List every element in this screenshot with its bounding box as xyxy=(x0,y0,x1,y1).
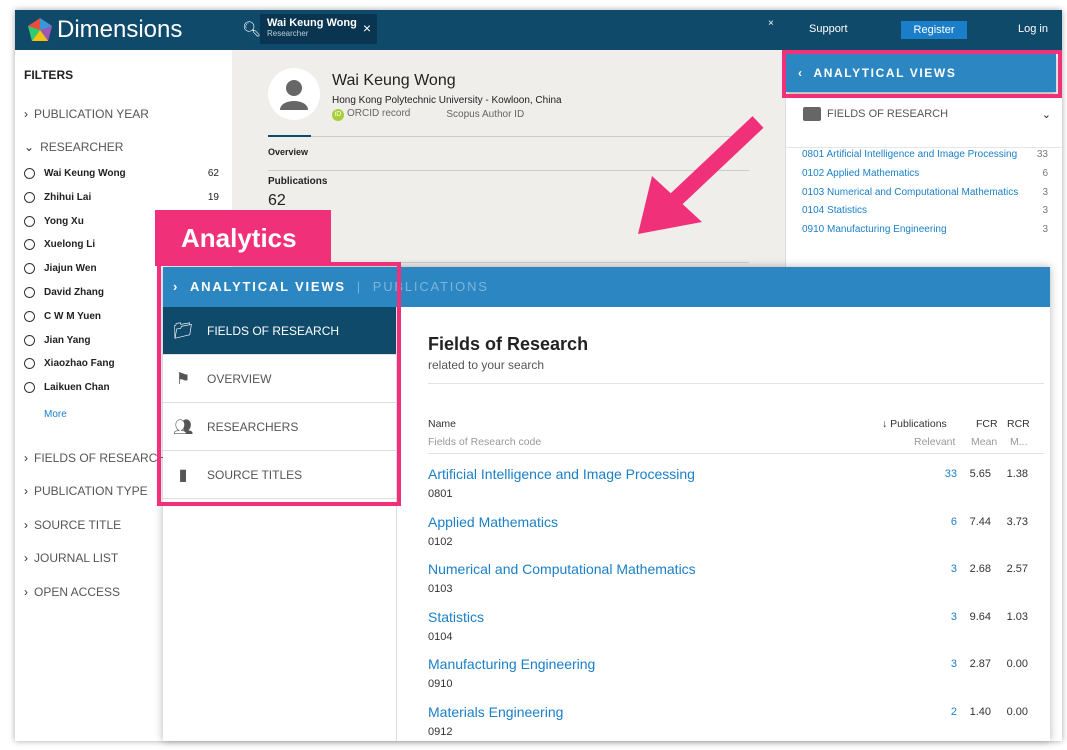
folder-icon xyxy=(803,107,821,121)
clear-search-button[interactable]: × xyxy=(768,18,774,29)
table-row: Statistics 0104 3 9.64 1.03 xyxy=(428,608,1028,643)
orcid-link[interactable]: iD ORCID record xyxy=(332,108,410,121)
field-of-research-link[interactable]: 0103 Numerical and Computational Mathema… xyxy=(802,187,1048,198)
researcher-filter-item[interactable]: Wai Keung Wong 62 xyxy=(24,168,219,179)
close-icon[interactable]: × xyxy=(363,20,371,36)
filter-fields-of-research[interactable]: › FIELDS OF RESEARCH xyxy=(24,451,166,465)
top-header: Dimensions 🔍︎ Wai Keung Wong Researcher × … xyxy=(15,10,1062,50)
highlight-box xyxy=(782,50,1062,98)
search-chip[interactable]: Wai Keung Wong Researcher × xyxy=(260,14,377,44)
table-row: Applied Mathematics 0102 6 7.44 3.73 xyxy=(428,513,1028,548)
orcid-icon: iD xyxy=(332,109,344,121)
content-subtitle: related to your search xyxy=(428,358,545,372)
field-name-link[interactable]: Artificial Intelligence and Image Proces… xyxy=(428,466,695,482)
arrow-icon xyxy=(638,116,764,234)
radio-button[interactable] xyxy=(24,382,35,394)
support-link[interactable]: Support xyxy=(809,23,848,35)
researcher-name: Wai Keung Wong xyxy=(332,72,456,89)
researcher-filter-item[interactable]: Zhihui Lai 19 xyxy=(24,191,219,203)
col-publications[interactable]: ↓ Publications xyxy=(882,418,947,430)
highlight-box xyxy=(157,262,401,506)
filters-title: FILTERS xyxy=(24,68,74,82)
publications-count: 62 xyxy=(268,192,286,209)
fields-of-research-section[interactable]: FIELDS OF RESEARCH ⌄ xyxy=(803,107,1051,121)
filter-journal-list[interactable]: › JOURNAL LIST xyxy=(24,551,118,565)
radio-button[interactable] xyxy=(24,168,35,179)
field-of-research-link[interactable]: 0104 Statistics 3 xyxy=(802,205,1048,216)
filter-publication-year[interactable]: › PUBLICATION YEAR xyxy=(24,107,149,121)
publications-label: Publications xyxy=(268,176,328,187)
radio-button[interactable] xyxy=(24,191,35,203)
login-link[interactable]: Log in xyxy=(1018,23,1048,35)
publications-count-link[interactable]: 3 xyxy=(951,658,957,670)
field-name-link[interactable]: Manufacturing Engineering xyxy=(428,656,595,672)
radio-button[interactable] xyxy=(24,215,35,227)
col-name[interactable]: Name xyxy=(428,418,456,430)
person-icon xyxy=(280,80,308,110)
radio-button[interactable] xyxy=(24,239,35,251)
field-name-link[interactable]: Statistics xyxy=(428,609,484,625)
radio-button[interactable] xyxy=(24,358,35,370)
publications-count-link[interactable]: 33 xyxy=(945,468,957,480)
col-rcr[interactable]: RCR xyxy=(1007,418,1030,430)
radio-button[interactable] xyxy=(24,287,35,298)
logo-icon xyxy=(28,18,52,41)
field-of-research-link[interactable]: 0102 Applied Mathematics 6 xyxy=(802,168,1048,179)
chevron-down-icon: ⌄ xyxy=(1041,108,1051,121)
table-row: Artificial Intelligence and Image Proces… xyxy=(428,466,1028,500)
filter-publication-type[interactable]: › PUBLICATION TYPE xyxy=(24,484,148,498)
field-name-link[interactable]: Materials Engineering xyxy=(428,704,563,720)
radio-button[interactable] xyxy=(24,334,35,346)
filter-source-title[interactable]: › SOURCE TITLE xyxy=(24,518,121,532)
field-name-link[interactable]: Numerical and Computational Mathematics xyxy=(428,561,696,577)
radio-button[interactable] xyxy=(24,310,35,322)
col-fcr[interactable]: FCR xyxy=(976,418,998,430)
table-row: Materials Engineering 0912 2 1.40 0.00 xyxy=(428,703,1028,738)
publications-count-link[interactable]: 3 xyxy=(951,611,957,623)
tab-overview[interactable]: Overview xyxy=(268,147,308,157)
table-row: Manufacturing Engineering 0910 3 2.87 0.00 xyxy=(428,656,1028,690)
more-link[interactable]: More xyxy=(44,409,67,420)
content-title: Fields of Research xyxy=(428,334,589,354)
researcher-affiliation: Hong Kong Polytechnic University - Kowlo… xyxy=(332,95,562,106)
filter-researcher[interactable]: ⌄ RESEARCHER xyxy=(24,140,123,154)
field-name-link[interactable]: Applied Mathematics xyxy=(428,514,558,530)
scopus-link[interactable]: Scopus Author ID xyxy=(446,109,524,120)
field-of-research-link[interactable]: 0801 Artificial Intelligence and Image P… xyxy=(802,149,1048,160)
publications-count-link[interactable]: 2 xyxy=(951,706,957,718)
analytics-callout: Analytics xyxy=(155,210,331,266)
filter-open-access[interactable]: › OPEN ACCESS xyxy=(24,585,120,599)
avatar xyxy=(268,68,320,120)
radio-button[interactable] xyxy=(24,263,35,275)
register-button[interactable]: Register xyxy=(901,21,967,39)
publications-count-link[interactable]: 3 xyxy=(951,563,957,575)
table-row: Numerical and Computational Mathematics 0… xyxy=(428,561,1028,595)
field-of-research-link[interactable]: 0910 Manufacturing Engineering 3 xyxy=(802,224,1048,235)
publications-count-link[interactable]: 6 xyxy=(951,516,957,528)
dimensions-logo[interactable]: Dimensions xyxy=(27,16,182,44)
search-icon[interactable]: 🔍︎ xyxy=(242,20,261,38)
